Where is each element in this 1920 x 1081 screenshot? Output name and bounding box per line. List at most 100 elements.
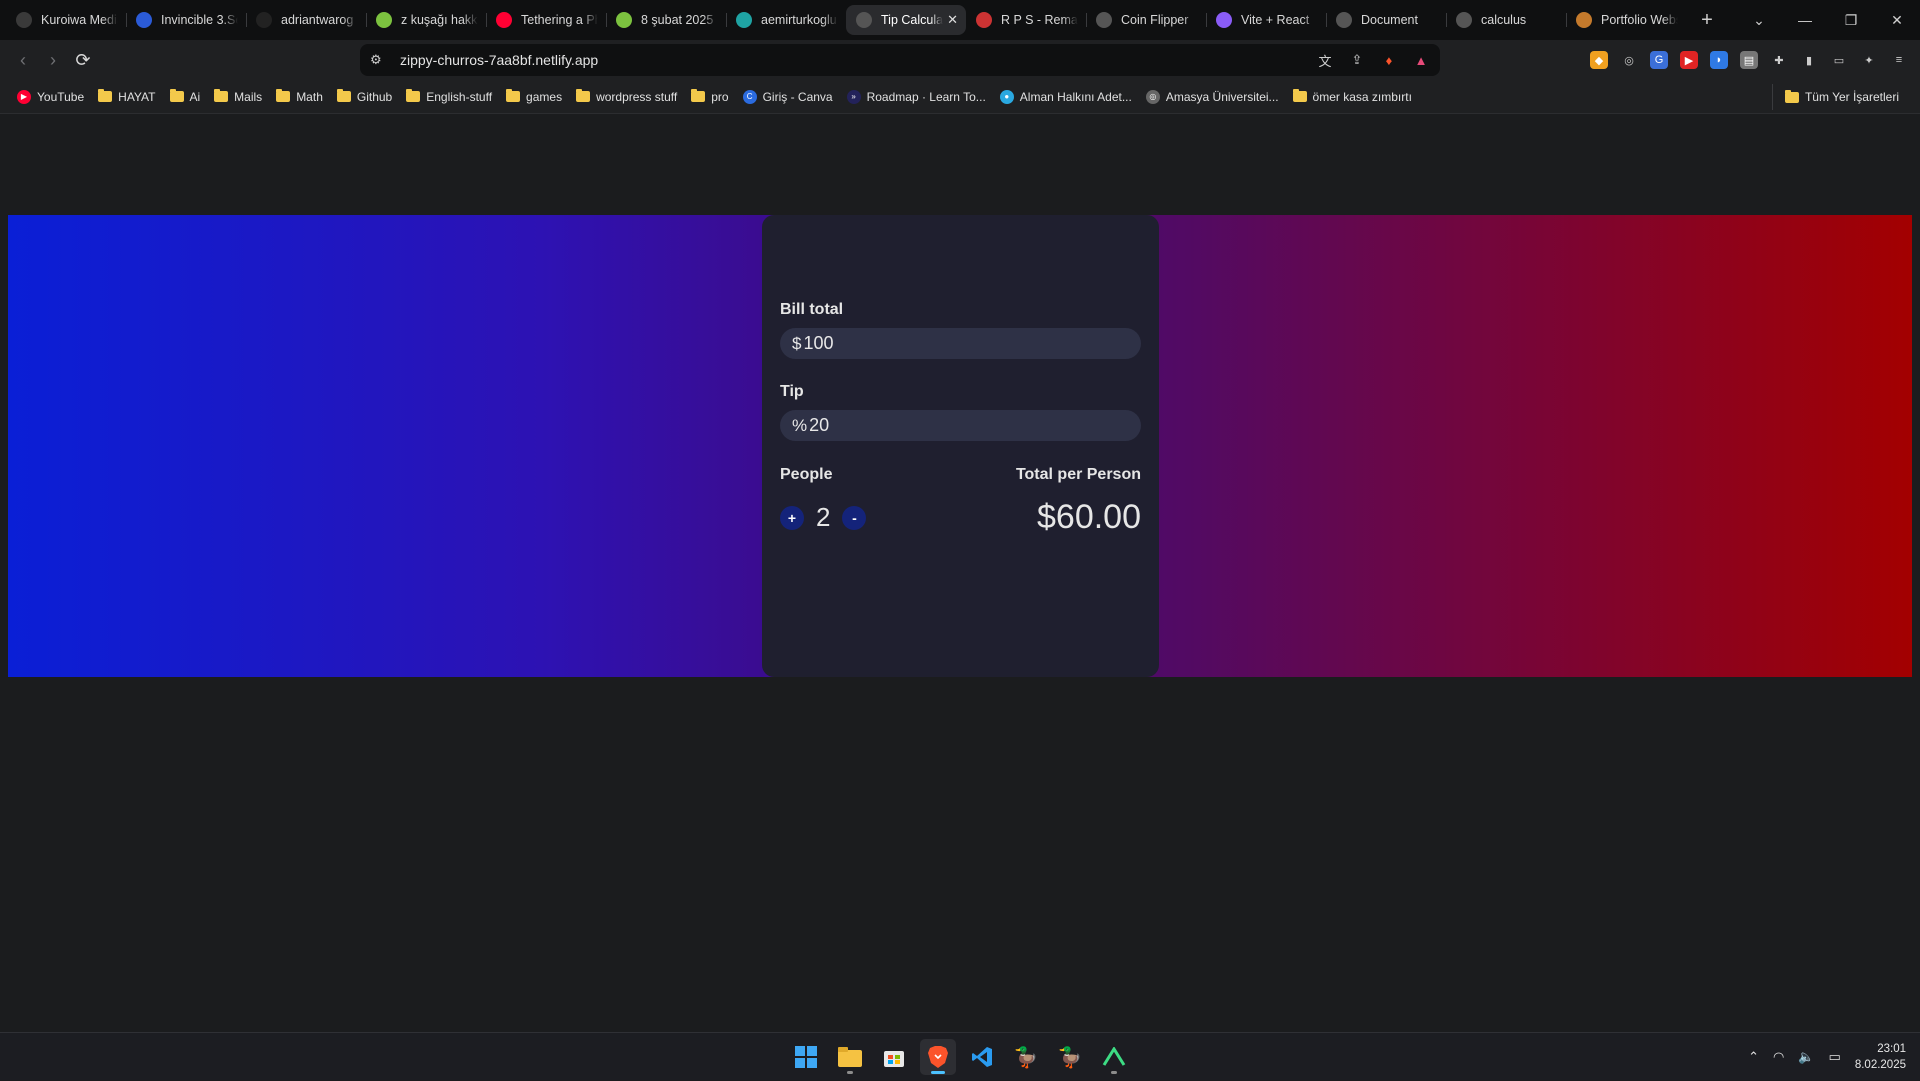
bookmark-link[interactable]: ◎ Amasya Üniversitei...: [1139, 84, 1286, 110]
extension-icon[interactable]: ◗: [1710, 51, 1728, 69]
browser-tab[interactable]: Invincible 3.Sezon: [126, 5, 246, 35]
folder-icon: [576, 89, 591, 102]
folder-icon: [214, 89, 229, 102]
bookmark-link[interactable]: ● Alman Halkını Adet...: [993, 84, 1139, 110]
extension-icon[interactable]: ◆: [1590, 51, 1608, 69]
back-icon[interactable]: ‹: [8, 45, 38, 75]
browser-tab[interactable]: aemirturkoglu: [726, 5, 846, 35]
browser-tab[interactable]: Kuroiwa Media: [6, 5, 126, 35]
wifi-icon[interactable]: ◠: [1773, 1049, 1784, 1065]
bookmark-label: Github: [356, 89, 393, 104]
bookmark-folder[interactable]: Ai: [163, 84, 208, 110]
browser-tab[interactable]: Document: [1326, 5, 1446, 35]
menu-icon[interactable]: ≡: [1890, 51, 1908, 69]
address-bar[interactable]: ⚙ zippy-churros-7aa8bf.netlify.app 文 ⇪ ♦…: [360, 44, 1440, 76]
url-text[interactable]: zippy-churros-7aa8bf.netlify.app: [400, 52, 598, 68]
bookmark-label: English-stuff: [426, 89, 493, 104]
tab-search-chevron-icon[interactable]: ⌄: [1736, 0, 1782, 40]
drop-icon: [376, 12, 392, 28]
volume-icon[interactable]: 🔈: [1798, 1049, 1814, 1065]
close-tab-icon[interactable]: ✕: [947, 12, 958, 28]
browser-tab[interactable]: Vite + React: [1206, 5, 1326, 35]
bookmark-label: Amasya Üniversitei...: [1165, 89, 1279, 104]
browser-tab[interactable]: calculus: [1446, 5, 1566, 35]
tip-calculator-card: Bill total $ 100 Tip % 20 People Total p…: [762, 215, 1159, 677]
bookmark-link[interactable]: ▶ YouTube: [10, 84, 91, 110]
new-tab-icon[interactable]: +: [1692, 5, 1722, 35]
tab-title: R P S - Remake: [1001, 13, 1078, 27]
microsoft-store-icon[interactable]: [876, 1039, 912, 1075]
extension-icon[interactable]: ▶: [1680, 51, 1698, 69]
browser-tab[interactable]: Portfolio Website: [1566, 5, 1686, 35]
folder-icon: [1784, 89, 1799, 103]
show-hidden-icons-chevron-icon[interactable]: ⌃: [1748, 1049, 1759, 1065]
sidebar-icon[interactable]: ▮: [1800, 51, 1818, 69]
bookmark-folder[interactable]: games: [499, 84, 569, 110]
page-viewport: Bill total $ 100 Tip % 20 People Total p…: [0, 115, 1920, 1032]
clock[interactable]: 23:01 8.02.2025: [1855, 1041, 1906, 1073]
bookmark-folder[interactable]: pro: [684, 84, 735, 110]
start-icon[interactable]: [788, 1039, 824, 1075]
tip-input[interactable]: % 20: [780, 410, 1141, 441]
restore-icon[interactable]: ❐: [1828, 0, 1874, 40]
site-settings-icon[interactable]: ⚙: [370, 52, 386, 68]
canva-icon: C: [742, 89, 757, 104]
browser-tab[interactable]: adriantwarog: [246, 5, 366, 35]
decrease-people-button[interactable]: -: [842, 505, 867, 530]
tab-title: 8 şubat 2025: [641, 13, 714, 27]
bookmark-link[interactable]: C Giriş - Canva: [736, 84, 840, 110]
bookmark-folder[interactable]: Github: [330, 84, 399, 110]
tab-strip: Kuroiwa Media Invincible 3.Sezon adriantwa…: [0, 0, 1920, 40]
brave-rewards-icon[interactable]: ▲: [1412, 51, 1430, 69]
brave-shields-icon[interactable]: ♦: [1380, 51, 1398, 69]
minimize-icon[interactable]: —: [1782, 0, 1828, 40]
window-controls: ⌄ — ❐ ✕: [1736, 0, 1920, 40]
vscode-icon[interactable]: [964, 1039, 1000, 1075]
extension-icon[interactable]: G: [1650, 51, 1668, 69]
all-bookmarks-folder[interactable]: Tüm Yer İşaretleri: [1771, 84, 1906, 110]
brave-browser-icon[interactable]: [920, 1039, 956, 1075]
increase-people-button[interactable]: +: [780, 505, 804, 530]
bookmark-folder[interactable]: HAYAT: [91, 84, 162, 110]
reload-icon[interactable]: ⟳: [68, 45, 98, 75]
percent-prefix: %: [792, 415, 808, 435]
puzzle-icon[interactable]: ✚: [1770, 51, 1788, 69]
translate-icon[interactable]: 文: [1316, 51, 1334, 69]
bookmark-link[interactable]: » Roadmap · Learn To...: [840, 84, 993, 110]
close-window-icon[interactable]: ✕: [1874, 0, 1920, 40]
bill-total-value[interactable]: 100: [803, 333, 833, 354]
android-studio-icon[interactable]: [1096, 1039, 1132, 1075]
bill-total-input[interactable]: $ 100: [780, 328, 1141, 359]
browser-tab[interactable]: Tip Calculator✕: [846, 5, 966, 35]
share-icon[interactable]: ⇪: [1348, 51, 1366, 69]
extension-icon[interactable]: ▤: [1740, 51, 1758, 69]
bookmark-folder[interactable]: English-stuff: [399, 84, 499, 110]
site-icon: [136, 12, 152, 28]
tip-value[interactable]: 20: [809, 415, 829, 436]
bookmark-folder[interactable]: Math: [269, 84, 330, 110]
bookmark-list: ▶ YouTube HAYAT Ai Mails Math Github English-st…: [10, 84, 1419, 110]
globe-icon: [1456, 12, 1472, 28]
extension-icon[interactable]: ◎: [1620, 51, 1638, 69]
leo-ai-icon[interactable]: ✦: [1860, 51, 1878, 69]
bookmark-folder[interactable]: Mails: [207, 84, 269, 110]
browser-tab[interactable]: 8 şubat 2025: [606, 5, 726, 35]
tab-title: Tethering a Phone: [521, 13, 598, 27]
folder-icon: [691, 89, 706, 102]
wallet-icon[interactable]: ▭: [1830, 51, 1848, 69]
battery-icon[interactable]: ▭: [1829, 1049, 1841, 1065]
browser-tab[interactable]: Coin Flipper: [1086, 5, 1206, 35]
duck-app-icon[interactable]: 🦆: [1008, 1039, 1044, 1075]
youtube-icon: [496, 12, 512, 28]
file-explorer-icon[interactable]: [832, 1039, 868, 1075]
forward-icon[interactable]: ›: [38, 45, 68, 75]
values-row: + 2 - $60.00: [780, 498, 1141, 537]
bookmark-folder[interactable]: ömer kasa zımbırtı: [1286, 84, 1419, 110]
browser-tab[interactable]: Tethering a Phone: [486, 5, 606, 35]
browser-tab[interactable]: R P S - Remake: [966, 5, 1086, 35]
folder-icon: [169, 89, 184, 102]
duck-app-icon-2[interactable]: 🦆: [1052, 1039, 1088, 1075]
folder-icon: [336, 89, 351, 102]
browser-tab[interactable]: z kuşağı hakkında: [366, 5, 486, 35]
bookmark-folder[interactable]: wordpress stuff: [569, 84, 684, 110]
